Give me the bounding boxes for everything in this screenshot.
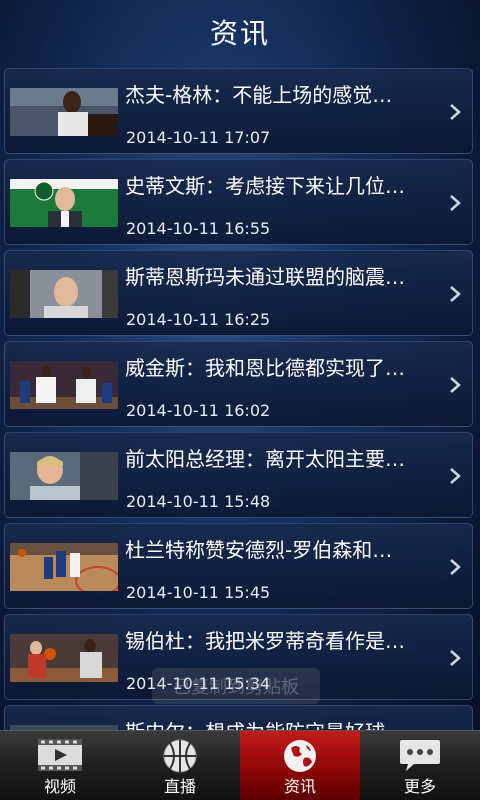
news-item[interactable]: 前太阳总经理：离开太阳主要… 2014-10-11 15:48 (4, 432, 473, 518)
tab-label: 视频 (43, 777, 76, 796)
news-item[interactable]: 史蒂文斯：考虑接下来让几位… 2014-10-11 16:55 (4, 159, 473, 245)
tab-news[interactable]: 资讯 (240, 731, 360, 800)
tab-label: 更多 (403, 777, 436, 796)
news-item[interactable]: 杜兰特称赞安德烈-罗伯森和… 2014-10-11 15:45 (4, 523, 473, 609)
news-headline: 锡伯杜：我把米罗蒂奇看作是… (125, 629, 405, 653)
news-time: 2014-10-11 16:25 (126, 310, 271, 329)
news-time: 2014-10-11 15:45 (126, 583, 271, 602)
chevron-right-icon (450, 195, 461, 211)
news-thumbnail (10, 543, 118, 591)
chevron-right-icon (450, 377, 461, 393)
tab-label: 直播 (163, 777, 196, 796)
news-item[interactable]: 斯内尔：想成为能防守最好球… (4, 705, 473, 730)
news-time: 2014-10-11 15:48 (126, 492, 271, 511)
chevron-right-icon (450, 286, 461, 302)
film-icon (38, 739, 82, 771)
news-headline: 前太阳总经理：离开太阳主要… (125, 447, 405, 471)
tab-video[interactable]: 视频 (0, 731, 120, 800)
basketball-icon (163, 739, 197, 773)
news-thumbnail (10, 634, 118, 682)
news-headline: 斯蒂恩斯玛未通过联盟的脑震… (125, 265, 405, 289)
news-headline: 斯内尔：想成为能防守最好球… (125, 716, 445, 730)
news-thumbnail (10, 88, 118, 136)
news-list[interactable]: 杰夫-格林：不能上场的感觉… 2014-10-11 17:07 史蒂文斯：考虑接… (0, 66, 480, 730)
tab-label: 资讯 (283, 777, 316, 796)
news-item[interactable]: 斯蒂恩斯玛未通过联盟的脑震… 2014-10-11 16:25 (4, 250, 473, 336)
news-time: 2014-10-11 17:07 (126, 128, 271, 147)
bottom-tab-bar: 视频 直播 资讯 更多 (0, 730, 480, 800)
news-headline: 威金斯：我和恩比德都实现了… (125, 356, 405, 380)
chevron-right-icon (450, 650, 461, 666)
tab-live[interactable]: 直播 (120, 731, 240, 800)
news-item[interactable]: 威金斯：我和恩比德都实现了… 2014-10-11 16:02 (4, 341, 473, 427)
news-thumbnail (10, 361, 118, 409)
news-time: 2014-10-11 16:55 (126, 219, 271, 238)
news-thumbnail (10, 452, 118, 500)
news-headline: 史蒂文斯：考虑接下来让几位… (125, 174, 405, 198)
news-thumbnail (10, 270, 118, 318)
news-headline: 杰夫-格林：不能上场的感觉… (125, 83, 393, 107)
page-title: 资讯 (209, 17, 270, 50)
news-thumbnail (10, 179, 118, 227)
toast-message: 已复制到剪贴板 (152, 668, 320, 704)
news-time: 2014-10-11 16:02 (126, 401, 271, 420)
tab-more[interactable]: 更多 (360, 731, 480, 800)
chevron-right-icon (450, 104, 461, 120)
chat-bubble-icon (400, 740, 440, 771)
chevron-right-icon (450, 559, 461, 575)
news-item[interactable]: 杰夫-格林：不能上场的感觉… 2014-10-11 17:07 (4, 68, 473, 154)
news-headline: 杜兰特称赞安德烈-罗伯森和… (125, 538, 393, 562)
globe-icon (284, 740, 316, 772)
title-bar: 资讯 (0, 0, 480, 64)
chevron-right-icon (450, 468, 461, 484)
